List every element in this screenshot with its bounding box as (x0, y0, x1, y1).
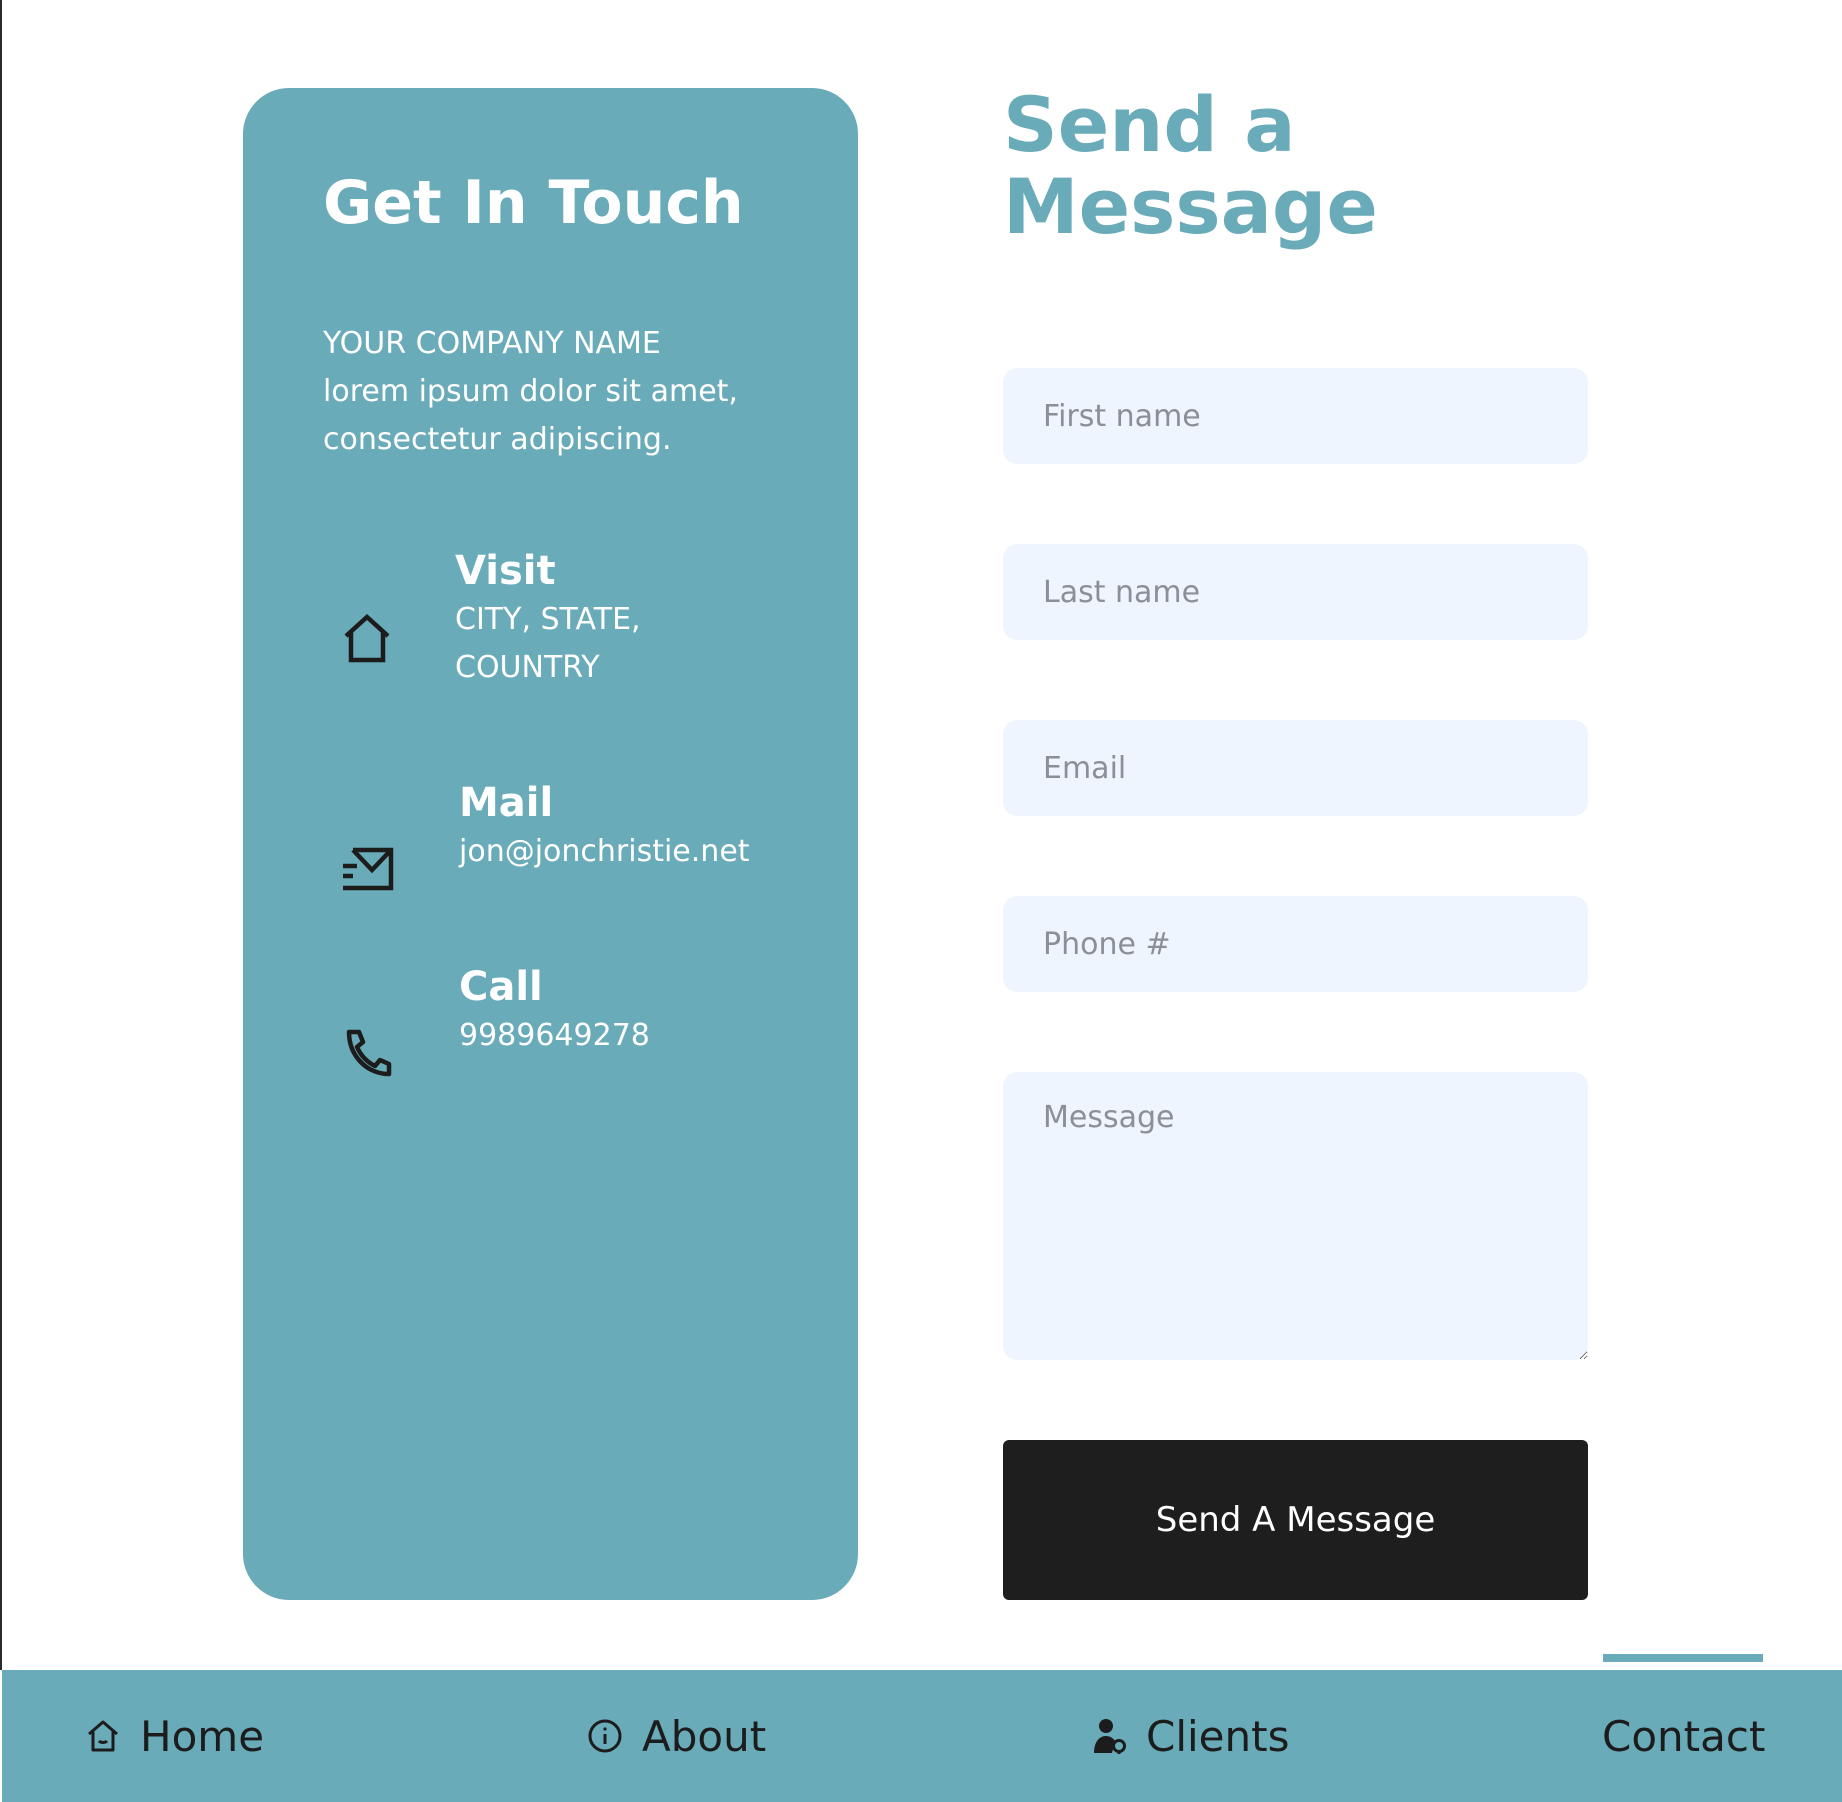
company-description: YOUR COMPANY NAME lorem ipsum dolor sit … (323, 320, 823, 464)
nav-label-contact: Contact (1602, 1711, 1766, 1761)
mail-address[interactable]: jon@jonchristie.net (459, 828, 750, 876)
phone-input[interactable] (1003, 896, 1588, 992)
contact-info-card: Get In Touch YOUR COMPANY NAME lorem ips… (243, 88, 858, 1600)
envelope-icon (337, 838, 397, 898)
nav-item-contact[interactable]: Contact (1602, 1670, 1765, 1802)
visit-text: Visit CITY, STATE, COUNTRY (455, 546, 641, 692)
company-tagline-line-2: consectetur adipiscing. (323, 422, 672, 457)
message-textarea[interactable] (1003, 1072, 1588, 1360)
form-title-line-1: Send a (1003, 80, 1296, 169)
bottom-nav: Home About Clients Contact (2, 1670, 1842, 1802)
first-name-input[interactable] (1003, 368, 1588, 464)
phone-number[interactable]: 9989649278 (459, 1012, 650, 1060)
call-heading: Call (459, 964, 543, 1010)
company-name: YOUR COMPANY NAME (323, 326, 661, 361)
active-tab-indicator (1603, 1654, 1763, 1662)
house-icon (84, 1717, 122, 1755)
form-title: Send a Message (1003, 84, 1378, 248)
user-icon (1090, 1717, 1128, 1755)
nav-label-clients: Clients (1146, 1711, 1290, 1761)
visit-line-2: COUNTRY (455, 650, 600, 685)
mail-text: Mail jon@jonchristie.net (459, 778, 750, 876)
window-left-edge (0, 0, 2, 1670)
nav-item-clients[interactable]: Clients (1090, 1670, 1289, 1802)
last-name-input[interactable] (1003, 544, 1588, 640)
send-message-button[interactable]: Send A Message (1003, 1440, 1588, 1600)
nav-item-home[interactable]: Home (84, 1670, 264, 1802)
call-text: Call 9989649278 (459, 962, 650, 1060)
email-input[interactable] (1003, 720, 1588, 816)
visit-heading: Visit (455, 548, 556, 594)
nav-label-about: About (642, 1711, 767, 1761)
phone-icon (337, 1022, 397, 1082)
mail-heading: Mail (459, 780, 554, 826)
visit-line-1: CITY, STATE, (455, 602, 641, 637)
form-title-line-2: Message (1003, 162, 1378, 251)
info-icon (586, 1717, 624, 1755)
nav-label-home: Home (140, 1711, 265, 1761)
company-tagline-line-1: lorem ipsum dolor sit amet, (323, 374, 738, 409)
nav-item-about[interactable]: About (586, 1670, 766, 1802)
house-icon (337, 608, 397, 668)
card-title: Get In Touch (323, 168, 744, 238)
